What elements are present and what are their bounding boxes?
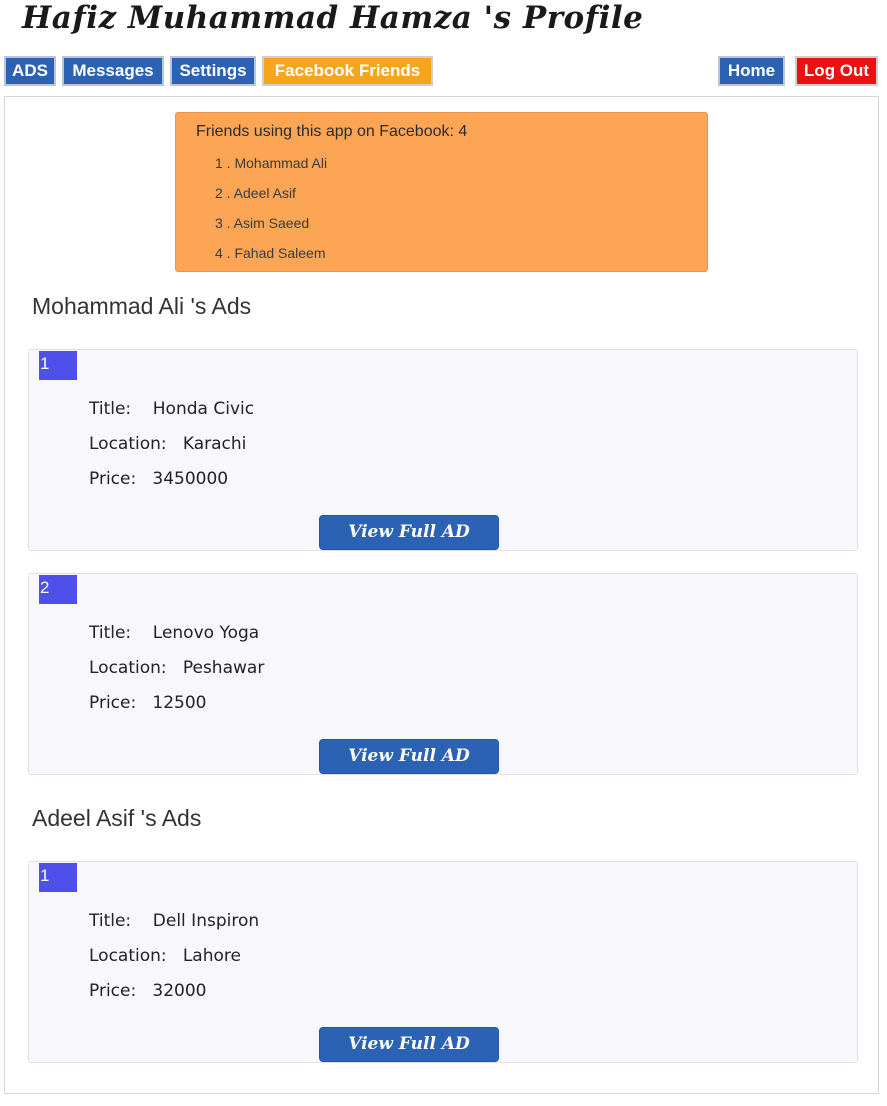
view-full-ad-button[interactable]: View Full AD — [319, 515, 499, 550]
ad-price: Price: 12500 — [89, 693, 207, 713]
nav-messages-button[interactable]: Messages — [62, 56, 164, 86]
ad-price: Price: 3450000 — [89, 469, 229, 489]
logout-button[interactable]: Log Out — [795, 56, 878, 86]
ad-location: Location: Karachi — [89, 434, 247, 454]
nav-ads-button[interactable]: ADS — [4, 56, 56, 86]
view-full-ad-button[interactable]: View Full AD — [319, 739, 499, 774]
friends-box: Friends using this app on Facebook: 4 1 … — [175, 112, 708, 272]
section-heading: Mohammad Ali 's Ads — [32, 293, 252, 319]
friend-item: 2 . Adeel Asif — [215, 185, 296, 201]
ad-card: 1 Title: Honda Civic Location: Karachi P… — [28, 349, 858, 551]
ad-title: Title: Dell Inspiron — [89, 911, 260, 931]
ad-card: 2 Title: Lenovo Yoga Location: Peshawar … — [28, 573, 858, 775]
friend-item: 3 . Asim Saeed — [215, 215, 310, 231]
ad-location: Location: Lahore — [89, 946, 241, 966]
ad-number-badge: 1 — [39, 863, 77, 892]
friends-list: 1 . Mohammad Ali 2 . Adeel Asif 3 . Asim… — [215, 155, 327, 275]
ad-title: Title: Honda Civic — [89, 399, 255, 419]
ad-title: Title: Lenovo Yoga — [89, 623, 260, 643]
ad-number-badge: 1 — [39, 351, 77, 380]
page-title: Hafiz Muhammad Hamza 's Profile — [22, 0, 644, 36]
nav-facebook-friends-button[interactable]: Facebook Friends — [262, 56, 433, 86]
nav-settings-button[interactable]: Settings — [170, 56, 256, 86]
ad-card: 1 Title: Dell Inspiron Location: Lahore … — [28, 861, 858, 1063]
view-full-ad-button[interactable]: View Full AD — [319, 1027, 499, 1062]
ad-location: Location: Peshawar — [89, 658, 265, 678]
friends-heading: Friends using this app on Facebook: 4 — [196, 123, 468, 140]
nav-home-button[interactable]: Home — [718, 56, 785, 86]
ad-number-badge: 2 — [39, 575, 77, 604]
friend-item: 4 . Fahad Saleem — [215, 245, 326, 261]
section-heading: Adeel Asif 's Ads — [32, 805, 202, 831]
ad-price: Price: 32000 — [89, 981, 207, 1001]
friend-item: 1 . Mohammad Ali — [215, 155, 328, 171]
